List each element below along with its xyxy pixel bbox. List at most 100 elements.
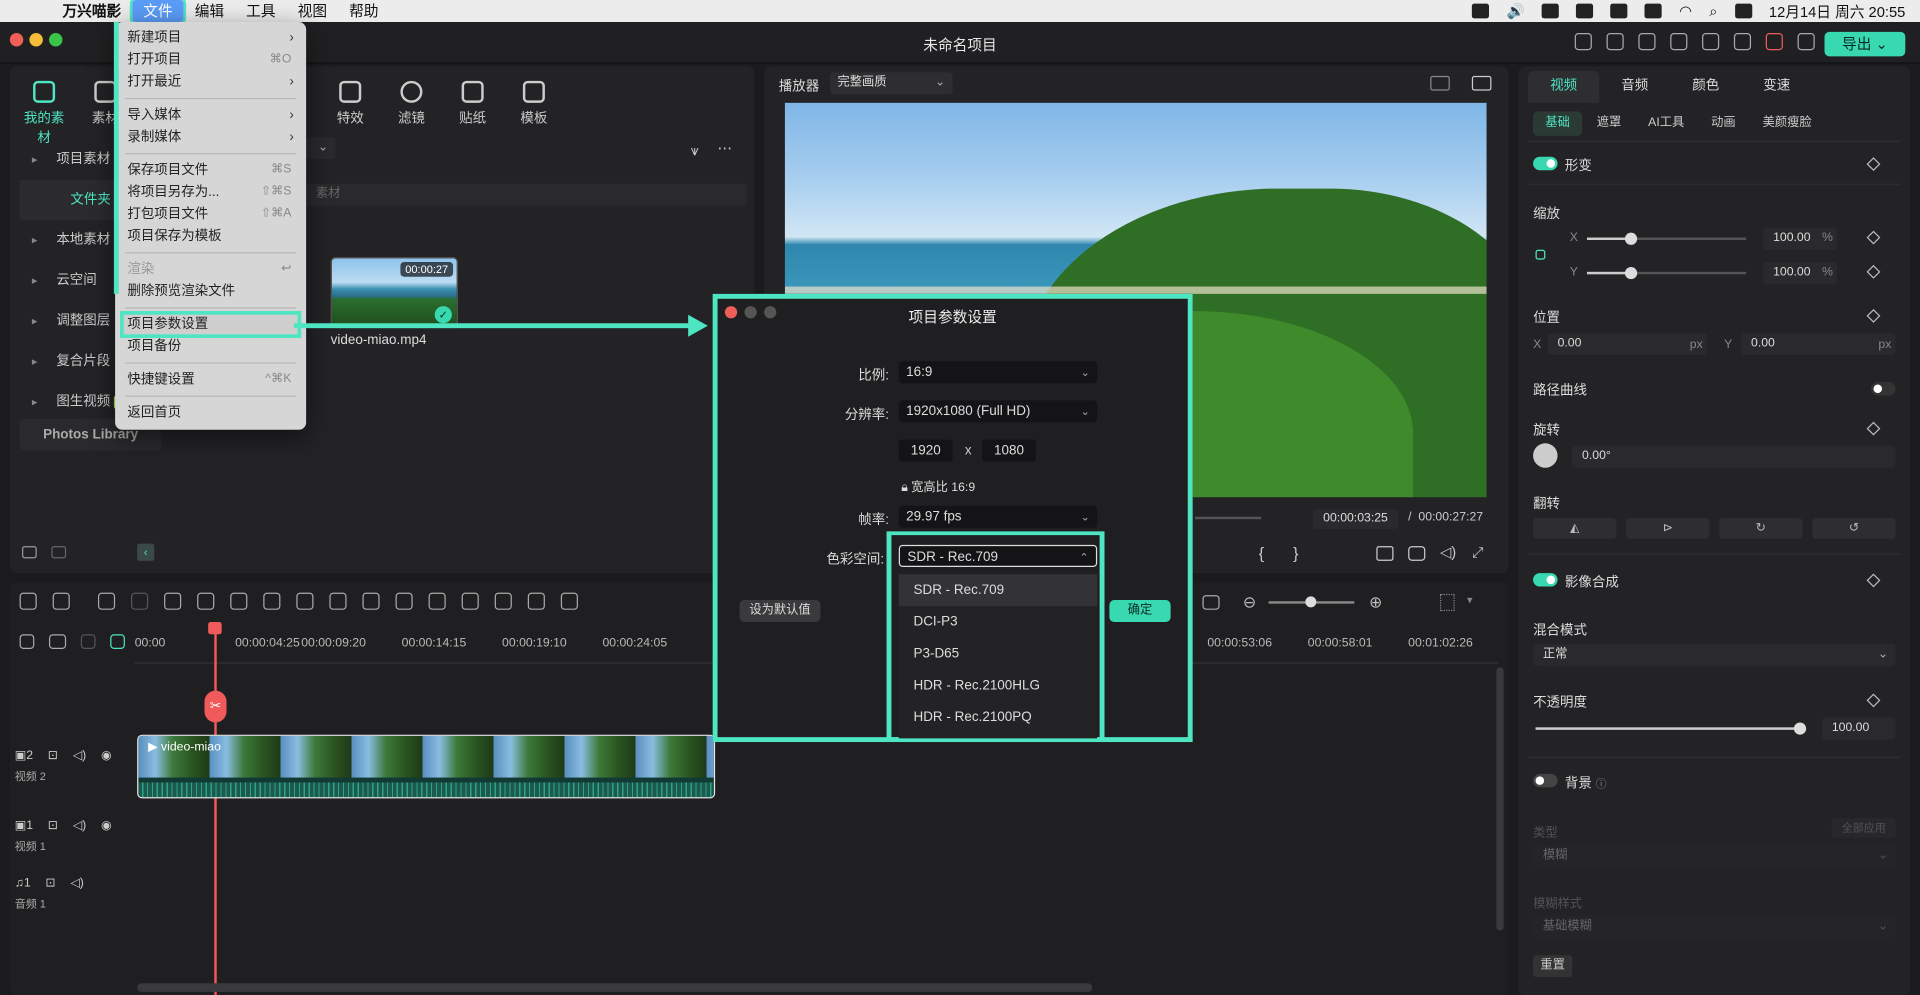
flip-vertical-button[interactable]: ⊳: [1626, 517, 1710, 539]
volume-icon[interactable]: ◁): [73, 749, 87, 762]
width-input[interactable]: 1920: [898, 439, 953, 462]
colorspace-option[interactable]: DCI-P3: [899, 606, 1097, 638]
menubar-clock[interactable]: 12月14日 周六 20:55: [1769, 1, 1905, 22]
flip-horizontal-button[interactable]: ◭: [1533, 517, 1617, 539]
user-icon[interactable]: [1797, 33, 1815, 51]
file-menu-item[interactable]: 录制媒体 ›: [115, 126, 306, 148]
menu-file[interactable]: 文件: [129, 0, 187, 25]
menu-help[interactable]: 帮助: [338, 0, 389, 22]
menu-view[interactable]: 视图: [287, 0, 338, 22]
volume-icon[interactable]: ◁): [73, 819, 87, 832]
file-menu-item[interactable]: 快捷键设置 ^⌘K: [115, 369, 306, 391]
help-icon[interactable]: ⓘ: [1596, 778, 1607, 790]
tab-effects[interactable]: 特效: [328, 80, 372, 128]
delete-icon[interactable]: [164, 592, 182, 610]
search-icon[interactable]: ⌕: [1709, 2, 1717, 20]
add-track-icon[interactable]: [19, 634, 35, 649]
scissors-icon[interactable]: ✂: [204, 690, 227, 723]
toolbar-icon[interactable]: [1574, 33, 1592, 51]
transform-toggle[interactable]: [1533, 156, 1558, 171]
fullscreen-icon[interactable]: ⤢: [1472, 544, 1484, 562]
volume-icon[interactable]: ◁): [1440, 544, 1456, 561]
position-x-input[interactable]: 0.00: [1547, 333, 1707, 356]
track-icon[interactable]: [80, 634, 96, 649]
file-menu-item[interactable]: 导入媒体 ›: [115, 104, 306, 126]
link-icon[interactable]: [48, 634, 67, 649]
resolution-select[interactable]: 1920x1080 (Full HD) ⌄: [898, 400, 1098, 423]
support-icon[interactable]: [1702, 33, 1720, 51]
file-menu-item[interactable]: 打开项目 ⌘O: [115, 49, 306, 71]
collapse-panel-icon[interactable]: ‹: [137, 543, 155, 561]
cart-icon[interactable]: [1765, 33, 1783, 51]
speed-icon[interactable]: [461, 592, 479, 610]
background-type-select[interactable]: 模糊 ⌄: [1533, 844, 1896, 867]
snap-icon[interactable]: [110, 634, 125, 649]
menu-edit[interactable]: 编辑: [184, 0, 235, 22]
more-icon[interactable]: ⋯: [718, 140, 733, 157]
volume-icon[interactable]: 🔊: [1507, 2, 1525, 19]
text-icon[interactable]: [263, 592, 281, 610]
scale-y-slider[interactable]: [1586, 266, 1747, 280]
subtab-basic[interactable]: 基础: [1533, 111, 1583, 136]
zoom-out-icon[interactable]: ⊖: [1243, 593, 1256, 613]
layout-icon[interactable]: [19, 592, 37, 610]
media-search-input[interactable]: 素材: [306, 183, 747, 206]
display-icon[interactable]: [1376, 546, 1394, 561]
redo-icon[interactable]: [131, 592, 149, 610]
tool-icon[interactable]: [329, 592, 347, 610]
mark-in-button[interactable]: {: [1259, 544, 1264, 562]
tool-icon[interactable]: [362, 592, 380, 610]
playback-progress[interactable]: [1195, 516, 1262, 520]
reset-button[interactable]: 重置: [1533, 955, 1573, 978]
apply-all-button[interactable]: 全部应用: [1831, 817, 1896, 838]
subtab-mask[interactable]: 遮罩: [1585, 111, 1634, 135]
shape-icon[interactable]: [296, 592, 314, 610]
colorspace-option[interactable]: HDR - Rec.2100PQ: [899, 702, 1097, 734]
opacity-slider[interactable]: [1535, 722, 1807, 735]
file-menu-item[interactable]: 将项目另存为... ⇧⌘S: [115, 181, 306, 203]
tab-video[interactable]: 视频: [1528, 71, 1600, 103]
ratio-select[interactable]: 16:9 ⌄: [898, 361, 1098, 384]
ok-button[interactable]: 确定: [1109, 600, 1171, 623]
path-curve-toggle[interactable]: [1871, 382, 1896, 396]
tab-my-media[interactable]: 我的素材: [22, 80, 66, 147]
mark-out-button[interactable]: }: [1293, 544, 1298, 562]
zoom-slider[interactable]: [1268, 596, 1355, 608]
subtab-beauty[interactable]: 美颜瘦脸: [1750, 111, 1823, 135]
color-icon[interactable]: [494, 592, 512, 610]
file-menu-item[interactable]: 项目保存为模板: [115, 225, 306, 247]
tab-speed[interactable]: 变速: [1741, 71, 1812, 103]
framerate-select[interactable]: 29.97 fps ⌄: [898, 505, 1098, 528]
file-menu-item[interactable]: 项目备份: [115, 336, 306, 358]
zoom-knob[interactable]: [1305, 596, 1317, 608]
layout-grid-icon[interactable]: [1440, 593, 1455, 612]
tab-filters[interactable]: 滤镜: [389, 80, 433, 128]
ai-icon[interactable]: [527, 592, 545, 610]
tab-stickers[interactable]: 贴纸: [451, 80, 495, 128]
file-menu-item[interactable]: 打包项目文件 ⇧⌘A: [115, 203, 306, 225]
subtab-ai-tools[interactable]: AI工具: [1636, 111, 1697, 135]
control-center-icon[interactable]: [1734, 3, 1752, 19]
colorspace-select[interactable]: SDR - Rec.709 ⌃: [898, 544, 1098, 567]
subtab-animation[interactable]: 动画: [1699, 111, 1748, 135]
undo-icon[interactable]: [97, 592, 116, 610]
folder-icon[interactable]: [51, 546, 67, 559]
lock-icon[interactable]: [1535, 249, 1546, 260]
fit-icon[interactable]: [1202, 595, 1220, 610]
crop-icon[interactable]: [230, 592, 248, 610]
media-thumbnail[interactable]: 00:00:27 ✓: [330, 257, 458, 329]
toolbar-icon[interactable]: [1606, 33, 1624, 51]
rotate-cw-button[interactable]: ↻: [1719, 517, 1803, 539]
file-menu-item[interactable]: 打开最近 ›: [115, 71, 306, 93]
volume-icon[interactable]: ◁): [70, 877, 84, 890]
lock-icon[interactable]: ⊡: [45, 877, 55, 890]
tab-color[interactable]: 颜色: [1670, 71, 1741, 103]
set-default-button[interactable]: 设为默认值: [739, 600, 821, 623]
file-menu-item[interactable]: 删除预览渲染文件: [115, 280, 306, 302]
file-menu-item[interactable]: 新建项目 ›: [115, 27, 306, 49]
file-menu-item[interactable]: 保存项目文件 ⌘S: [115, 159, 306, 181]
playhead[interactable]: [214, 624, 217, 995]
slider-knob[interactable]: [1793, 722, 1807, 735]
tab-templates[interactable]: 模板: [512, 80, 556, 128]
scale-x-slider[interactable]: [1586, 232, 1747, 245]
